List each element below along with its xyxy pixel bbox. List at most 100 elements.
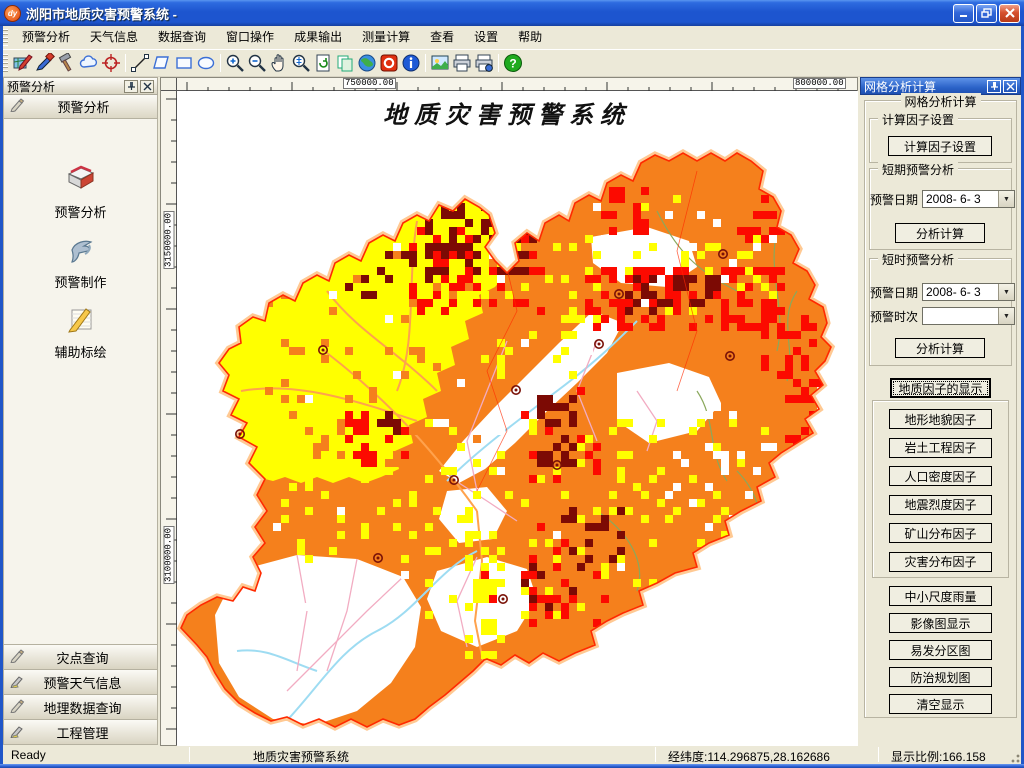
layer-display-button[interactable]: 中小尺度雨量 <box>889 586 992 606</box>
tools-hammer-icon[interactable] <box>56 52 78 74</box>
map-image-icon[interactable] <box>429 52 451 74</box>
zoom-extent-icon[interactable] <box>290 52 312 74</box>
toolbar-grip-handle[interactable] <box>3 53 8 73</box>
globe-icon[interactable] <box>356 52 378 74</box>
map-canvas[interactable]: 地质灾害预警系统 <box>177 91 858 746</box>
left-panel-category-bar[interactable]: 地理数据查询 <box>3 695 158 720</box>
category-bar-label: 工程管理 <box>56 725 109 741</box>
factor-settings-button[interactable]: 计算因子设置 <box>888 136 992 156</box>
zoom-in-icon[interactable] <box>224 52 246 74</box>
layer-display-button[interactable]: 防治规划图 <box>889 667 992 687</box>
print-setup-icon[interactable] <box>473 52 495 74</box>
nowcast-legend: 短时预警分析 <box>878 251 959 268</box>
left-panel-title: 预警分析 <box>7 79 56 94</box>
minimize-button[interactable] <box>953 3 974 23</box>
warning-analysis-book-icon <box>64 165 98 199</box>
left-panel-item[interactable]: 预警制作 <box>4 233 157 291</box>
menu-item[interactable]: 查看 <box>420 26 464 49</box>
vertical-ruler: 3150000.00 3100000.00 <box>161 91 177 745</box>
factor-button[interactable]: 灾害分布因子 <box>889 551 992 572</box>
draw-rect-icon[interactable] <box>173 52 195 74</box>
refresh-view-icon[interactable] <box>312 52 334 74</box>
map-view: 750000.00 800000.00 3150000.00 3100000.00 … <box>160 77 858 746</box>
info-icon[interactable] <box>400 52 422 74</box>
map-edit-icon[interactable] <box>12 52 34 74</box>
left-panel-category-bar[interactable]: 工程管理 <box>3 720 158 745</box>
toolbar-separator <box>498 54 499 72</box>
menu-item[interactable]: 天气信息 <box>80 26 148 49</box>
factor-button[interactable]: 矿山分布因子 <box>889 523 992 543</box>
menu-item[interactable]: 帮助 <box>508 26 552 49</box>
pan-hand-icon[interactable] <box>268 52 290 74</box>
left-panel-section-header[interactable]: 预警分析 <box>3 95 158 119</box>
menu-item[interactable]: 设置 <box>464 26 508 49</box>
layer-display-button[interactable]: 影像图显示 <box>889 613 992 633</box>
cloud-icon[interactable] <box>78 52 100 74</box>
factor-button[interactable]: 地震烈度因子 <box>889 494 992 515</box>
short-term-date-label: 预警日期 <box>870 192 919 207</box>
left-panel-content: 预警分析预警制作辅助标绘 <box>3 119 158 645</box>
window-border <box>0 764 1024 768</box>
draw-polygon-icon[interactable] <box>151 52 173 74</box>
pin-icon[interactable] <box>124 79 138 93</box>
menubar-grip-handle[interactable] <box>3 29 8 46</box>
hand-pen-icon <box>10 674 26 691</box>
short-term-date-dropdown[interactable]: 2008- 6- 3 ▼ <box>922 190 1015 208</box>
close-icon[interactable] <box>1003 79 1017 93</box>
stop-icon[interactable] <box>378 52 400 74</box>
menu-bar: 预警分析 天气信息 数据查询 窗口操作 成果输出 测量计算 查看 设置 帮助 <box>0 26 1024 50</box>
nowcast-analyze-button[interactable]: 分析计算 <box>895 338 985 358</box>
nowcast-date-dropdown[interactable]: 2008- 6- 3 ▼ <box>922 283 1015 301</box>
toolbar-separator <box>220 54 221 72</box>
factor-button[interactable]: 人口密度因子 <box>889 466 992 486</box>
ruler-label: 3100000.00 <box>163 525 175 585</box>
left-panel-header-label: 预警分析 <box>57 100 110 115</box>
chevron-down-icon[interactable]: ▼ <box>998 284 1014 300</box>
left-panel-warning-analysis: 预警分析 预警分析 预警分析预警制作辅助标绘 灾点查询 预警天气信息 地理数据查询工… <box>3 77 158 746</box>
left-panel-item[interactable]: 辅助标绘 <box>4 303 157 361</box>
menu-item[interactable]: 成果输出 <box>284 26 352 49</box>
nowcast-date-value: 2008- 6- 3 <box>926 285 981 299</box>
menu-item[interactable]: 数据查询 <box>148 26 216 49</box>
layer-display-button[interactable]: 易发分区图 <box>889 640 992 660</box>
left-panel-category-bar[interactable]: 灾点查询 <box>3 645 158 670</box>
close-button[interactable] <box>999 3 1020 23</box>
status-display-scale: 显示比例:166.158 <box>891 750 986 764</box>
toolbar-separator <box>125 54 126 72</box>
left-panel-item-label: 辅助标绘 <box>54 345 107 360</box>
factor-button[interactable]: 地形地貌因子 <box>889 409 992 429</box>
geo-factor-display-button[interactable]: 地质因子的显示 <box>890 378 991 398</box>
ruler-label: 3150000.00 <box>163 210 175 270</box>
left-panel-category-bar[interactable]: 预警天气信息 <box>3 670 158 695</box>
pin-icon[interactable] <box>987 79 1001 93</box>
left-panel-item[interactable]: 预警分析 <box>4 163 157 221</box>
application-window: dy 浏阳市地质灾害预警系统 - 预警分析 天气信息 数据查询 窗口操作 成果输出 测量计… <box>0 0 1024 768</box>
close-icon[interactable] <box>140 79 154 93</box>
print-icon[interactable] <box>451 52 473 74</box>
window-title: 浏阳市地质灾害预警系统 - <box>26 6 177 22</box>
left-panel-item-label: 预警分析 <box>54 205 107 220</box>
resize-grip[interactable] <box>1007 750 1020 763</box>
style-brush-icon[interactable] <box>34 52 56 74</box>
status-bar: Ready 地质灾害预警系统 经纬度:114.296875,28.162686 … <box>3 746 1021 764</box>
draw-line-icon[interactable] <box>129 52 151 74</box>
nowcast-time-label: 预警时次 <box>870 309 919 324</box>
short-term-legend: 短期预警分析 <box>878 161 959 178</box>
locate-crosshair-icon[interactable] <box>100 52 122 74</box>
copy-view-icon[interactable] <box>334 52 356 74</box>
help-icon[interactable]: ? <box>502 52 524 74</box>
menu-item[interactable]: 测量计算 <box>352 26 420 49</box>
layer-display-button[interactable]: 清空显示 <box>889 694 992 714</box>
horizontal-ruler: 750000.00 800000.00 <box>177 78 857 91</box>
zoom-out-icon[interactable] <box>246 52 268 74</box>
draw-ellipse-icon[interactable] <box>195 52 217 74</box>
menu-item[interactable]: 窗口操作 <box>216 26 284 49</box>
restore-button[interactable] <box>976 3 997 23</box>
chevron-down-icon[interactable]: ▼ <box>998 308 1014 324</box>
nowcast-time-dropdown[interactable]: ▼ <box>922 307 1015 325</box>
menu-item[interactable]: 预警分析 <box>12 26 80 49</box>
svg-text:?: ? <box>509 57 516 71</box>
chevron-down-icon[interactable]: ▼ <box>998 191 1014 207</box>
short-term-analyze-button[interactable]: 分析计算 <box>895 223 985 243</box>
factor-button[interactable]: 岩土工程因子 <box>889 437 992 458</box>
